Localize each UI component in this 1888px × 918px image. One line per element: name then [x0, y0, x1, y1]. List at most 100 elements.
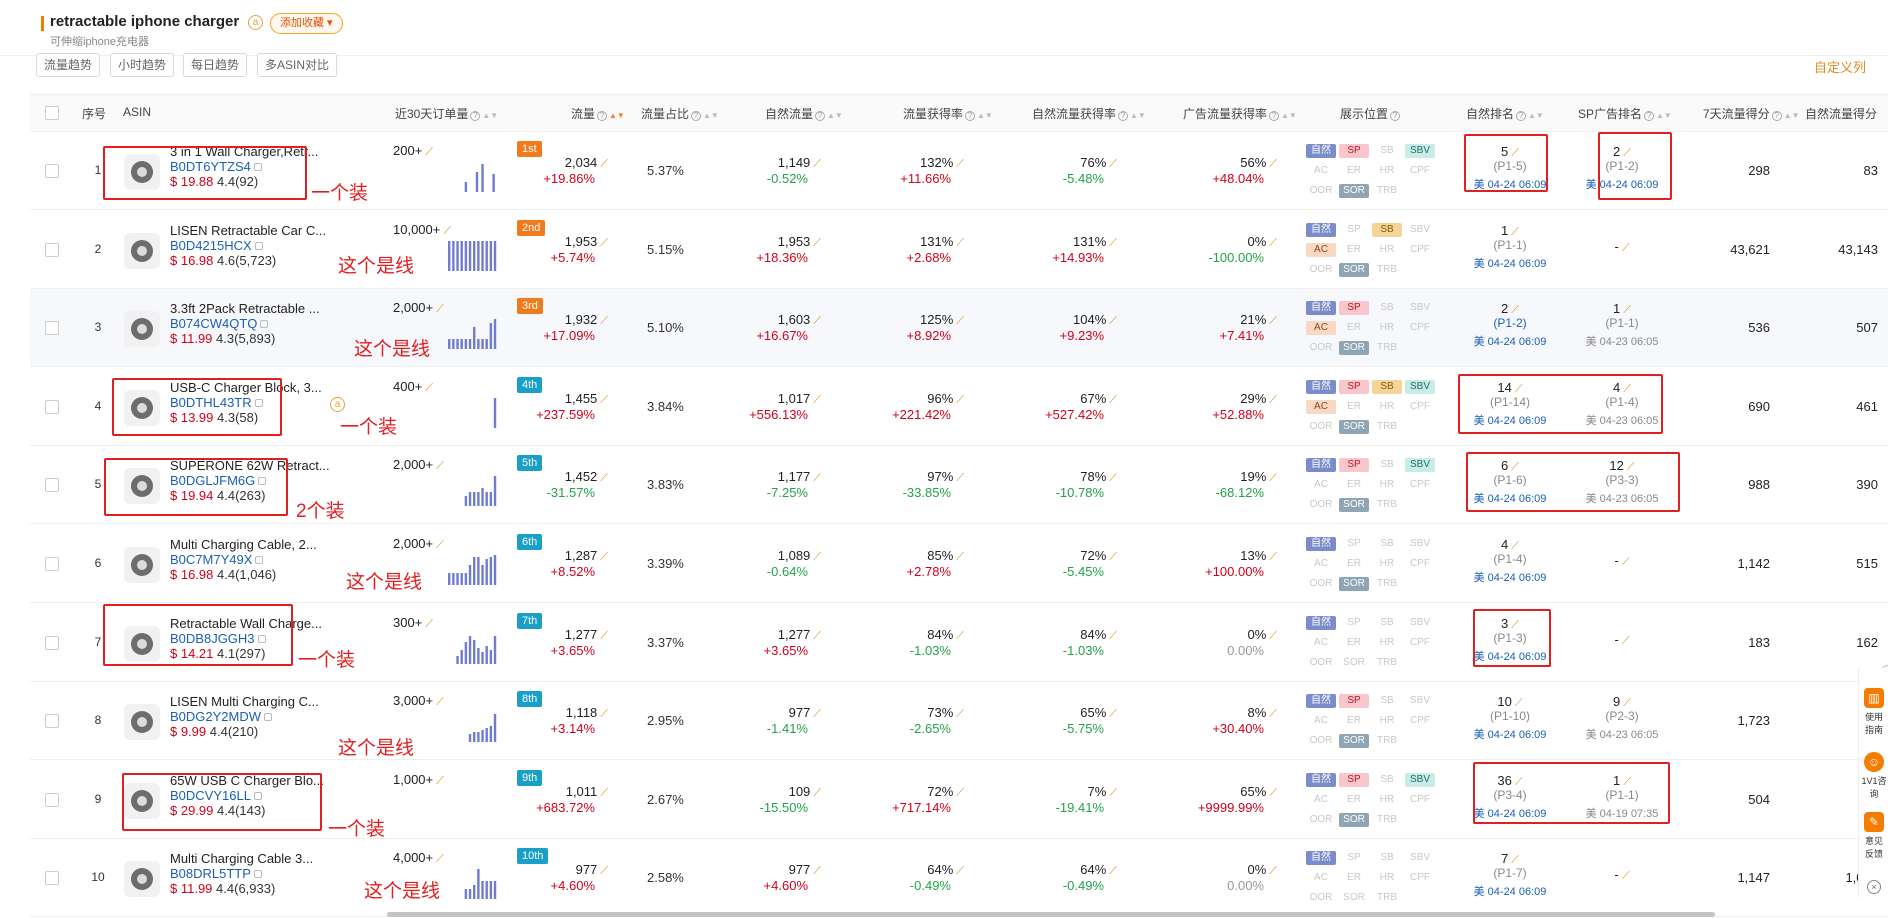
product-title[interactable]: LISEN Multi Charging C...	[170, 694, 330, 709]
trend-chart-icon[interactable]: ⟋	[956, 865, 964, 878]
trend-chart-icon[interactable]: ⟋	[600, 551, 608, 564]
trend-chart-icon[interactable]: ⟋	[1622, 635, 1630, 648]
table-row[interactable]: 2 LISEN Retractable Car C... B0D4215HCX …	[30, 211, 1888, 289]
trend-chart-icon[interactable]: ⟋	[813, 158, 821, 171]
table-row[interactable]: 10 Multi Charging Cable 3... B08DRL5TTP …	[30, 839, 1888, 917]
product-thumbnail[interactable]	[120, 700, 164, 744]
trend-chart-icon[interactable]: ⟋	[956, 472, 964, 485]
trend-chart-icon[interactable]: ⟋	[436, 539, 444, 552]
customize-columns-link[interactable]: 自定义列	[1814, 57, 1866, 76]
sort-icon[interactable]: ▲▼	[1528, 111, 1544, 120]
trend-chart-icon[interactable]: ⟋	[1269, 551, 1277, 564]
product-title[interactable]: 3.3ft 2Pack Retractable ...	[170, 301, 330, 316]
trend-chart-icon[interactable]: ⟋	[1109, 551, 1117, 564]
trend-chart-icon[interactable]: ⟋	[1269, 472, 1277, 485]
col-display[interactable]: 展示位置?	[1340, 105, 1401, 122]
trend-chart-icon[interactable]: ⟋	[1109, 315, 1117, 328]
copy-icon[interactable]	[253, 870, 262, 878]
row-checkbox[interactable]	[45, 793, 59, 807]
col-ad-gain[interactable]: 广告流量获得率? ▲▼	[1183, 105, 1297, 122]
col-score7[interactable]: 7天流量得分? ▲▼	[1703, 105, 1800, 122]
trend-chart-icon[interactable]: ⟋	[600, 158, 608, 171]
table-row[interactable]: 3 3.3ft 2Pack Retractable ... B074CW4QTQ…	[30, 289, 1888, 367]
trend-chart-icon[interactable]: ⟋	[1109, 158, 1117, 171]
row-checkbox[interactable]	[45, 243, 59, 257]
feedback-tool[interactable]: ✎ 意见反馈	[1861, 812, 1887, 860]
product-title[interactable]: LISEN Retractable Car C...	[170, 223, 330, 238]
sort-icon[interactable]: ▲▼	[1784, 111, 1800, 120]
trend-chart-icon[interactable]: ⟋	[443, 225, 451, 238]
help-icon[interactable]: ?	[1516, 111, 1527, 121]
help-icon[interactable]: ?	[815, 111, 826, 121]
trend-chart-icon[interactable]: ⟋	[1109, 865, 1117, 878]
product-thumbnail[interactable]	[120, 857, 164, 901]
trend-chart-icon[interactable]: ⟋	[813, 394, 821, 407]
sort-icon[interactable]: ▲▼	[609, 111, 625, 120]
col-organic-score[interactable]: 自然流量得分	[1805, 105, 1877, 122]
asin-value[interactable]: B0D4215HCX	[170, 238, 252, 253]
traffic-trend-button[interactable]: 流量趋势	[36, 53, 101, 77]
row-checkbox[interactable]	[45, 714, 59, 728]
trend-chart-icon[interactable]: ⟋	[436, 853, 444, 866]
table-row[interactable]: 8 LISEN Multi Charging C... B0DG2Y2MDW $…	[30, 682, 1888, 760]
trend-chart-icon[interactable]: ⟋	[600, 865, 608, 878]
help-icon[interactable]: ?	[1771, 111, 1782, 121]
col-organic-rank[interactable]: 自然排名? ▲▼	[1466, 105, 1544, 122]
product-thumbnail[interactable]	[120, 543, 164, 587]
trend-chart-icon[interactable]: ⟋	[436, 696, 444, 709]
trend-chart-icon[interactable]: ⟋	[1269, 708, 1277, 721]
daily-trend-button[interactable]: 每日趋势	[183, 53, 248, 77]
add-favorite-button[interactable]: 添加收藏 ▾	[270, 13, 343, 34]
col-gain[interactable]: 流量获得率? ▲▼	[903, 105, 993, 122]
trend-chart-icon[interactable]: ⟋	[813, 865, 821, 878]
trend-chart-icon[interactable]: ⟋	[1109, 787, 1117, 800]
keyword-info-icon[interactable]: a	[248, 15, 263, 30]
trend-chart-icon[interactable]: ⟋	[1269, 158, 1277, 171]
trend-chart-icon[interactable]: ⟋	[956, 237, 964, 250]
trend-chart-icon[interactable]: ⟋	[1622, 242, 1630, 255]
trend-chart-icon[interactable]: ⟋	[600, 472, 608, 485]
trend-chart-icon[interactable]: ⟋	[600, 787, 608, 800]
sort-icon[interactable]: ▲▼	[827, 111, 843, 120]
col-share[interactable]: 流量占比? ▲▼	[641, 105, 719, 122]
trend-chart-icon[interactable]: ⟋	[956, 394, 964, 407]
trend-chart-icon[interactable]: ⟋	[956, 630, 964, 643]
horizontal-scrollbar[interactable]	[387, 912, 1715, 917]
trend-chart-icon[interactable]: ⟋	[1109, 472, 1117, 485]
col-organic-gain[interactable]: 自然流量获得率? ▲▼	[1032, 105, 1146, 122]
trend-chart-icon[interactable]: ⟋	[813, 787, 821, 800]
help-icon[interactable]: ?	[597, 111, 608, 121]
trend-chart-icon[interactable]: ⟋	[600, 237, 608, 250]
help-icon[interactable]: ?	[1644, 111, 1655, 121]
hourly-trend-button[interactable]: 小时趋势	[110, 53, 175, 77]
sort-icon[interactable]: ▲▼	[703, 111, 719, 120]
row-checkbox[interactable]	[45, 636, 59, 650]
trend-chart-icon[interactable]: ⟋	[1269, 315, 1277, 328]
asin-value[interactable]: B08DRL5TTP	[170, 866, 251, 881]
product-thumbnail[interactable]	[120, 307, 164, 351]
product-title[interactable]: Multi Charging Cable 3...	[170, 851, 330, 866]
close-icon[interactable]: ×	[1867, 880, 1881, 894]
trend-chart-icon[interactable]: ⟋	[1109, 394, 1117, 407]
row-checkbox[interactable]	[45, 164, 59, 178]
row-checkbox[interactable]	[45, 871, 59, 885]
trend-chart-icon[interactable]: ⟋	[1269, 865, 1277, 878]
trend-chart-icon[interactable]: ⟋	[813, 551, 821, 564]
help-icon[interactable]: ?	[965, 111, 976, 121]
copy-icon[interactable]	[254, 242, 263, 250]
help-icon[interactable]: ?	[1269, 111, 1280, 121]
trend-chart-icon[interactable]: ⟋	[1622, 870, 1630, 883]
product-title[interactable]: Multi Charging Cable, 2...	[170, 537, 330, 552]
trend-chart-icon[interactable]: ⟋	[436, 460, 444, 473]
trend-chart-icon[interactable]: ⟋	[1622, 556, 1630, 569]
trend-chart-icon[interactable]: ⟋	[1109, 708, 1117, 721]
trend-chart-icon[interactable]: ⟋	[956, 708, 964, 721]
trend-chart-icon[interactable]: ⟋	[956, 551, 964, 564]
product-asin[interactable]: B08DRL5TTP	[170, 866, 262, 881]
trend-chart-icon[interactable]: ⟋	[600, 630, 608, 643]
multi-asin-compare-button[interactable]: 多ASIN对比	[257, 53, 338, 77]
sort-icon[interactable]: ▲▼	[1281, 111, 1297, 120]
col-organic[interactable]: 自然流量? ▲▼	[765, 105, 843, 122]
row-checkbox[interactable]	[45, 321, 59, 335]
trend-chart-icon[interactable]: ⟋	[425, 618, 433, 631]
